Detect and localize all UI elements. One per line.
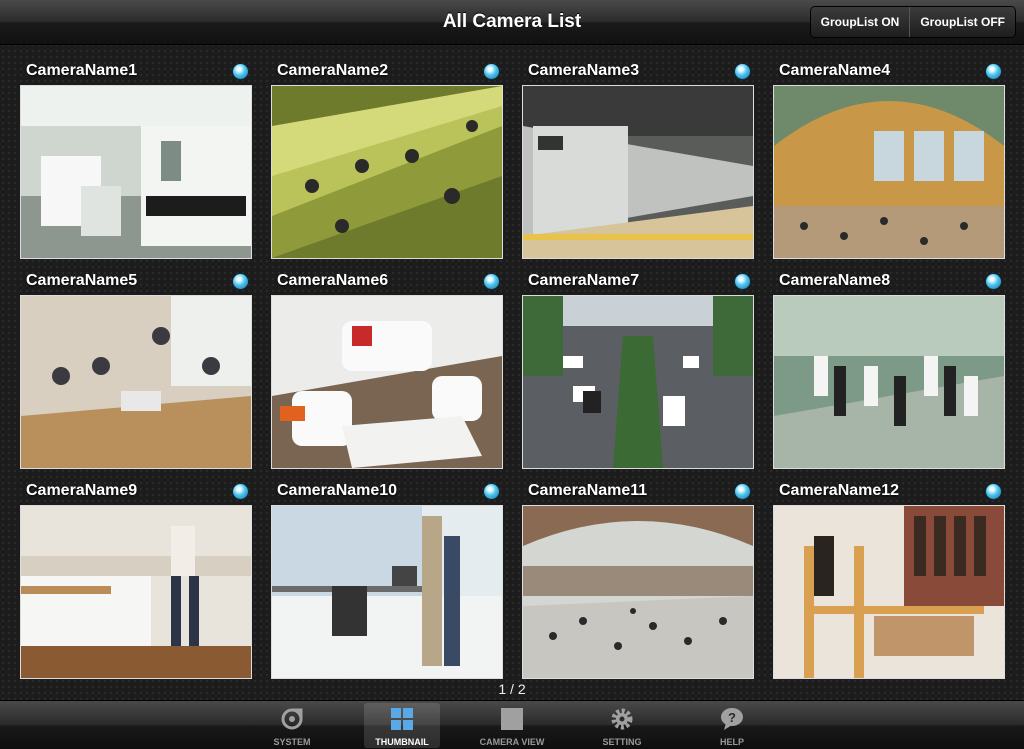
- camera-thumbnail-6[interactable]: [271, 295, 503, 469]
- grid-icon: [391, 708, 413, 730]
- group-list-off-button[interactable]: GroupList OFF: [909, 7, 1015, 37]
- camera-thumbnail-10[interactable]: [271, 505, 503, 679]
- camera-name: CameraName6: [277, 272, 389, 289]
- tab-label: SETTING: [602, 737, 642, 747]
- tab-bar: SYSTEM THUMBNAIL CAMERA VIEW SETTING ? H…: [0, 700, 1024, 749]
- living-room-image: [272, 296, 502, 468]
- camera-tile-12[interactable]: CameraName12: [773, 477, 1005, 679]
- page-indicator: 1 / 2: [498, 681, 526, 697]
- status-indicator-icon: [735, 64, 750, 79]
- camera-name: CameraName8: [779, 272, 891, 289]
- camera-tile-1[interactable]: CameraName1: [20, 57, 252, 259]
- office-image: [272, 506, 502, 678]
- camera-name: CameraName1: [26, 62, 138, 79]
- system-icon: [281, 708, 303, 730]
- city-traffic-image: [523, 296, 753, 468]
- camera-thumbnail-1[interactable]: [20, 85, 252, 259]
- status-indicator-icon: [986, 484, 1001, 499]
- tab-label: SYSTEM: [273, 737, 311, 747]
- tab-camera-view[interactable]: CAMERA VIEW: [474, 703, 550, 748]
- status-indicator-icon: [484, 484, 499, 499]
- camera-tile-8[interactable]: CameraName8: [773, 267, 1005, 469]
- group-list-on-button[interactable]: GroupList ON: [810, 7, 910, 37]
- camera-thumbnail-12[interactable]: [773, 505, 1005, 679]
- camera-name: CameraName7: [528, 272, 640, 289]
- tab-setting[interactable]: SETTING: [584, 703, 660, 748]
- status-indicator-icon: [484, 64, 499, 79]
- camera-thumbnail-8[interactable]: [773, 295, 1005, 469]
- camera-thumbnail-11[interactable]: [522, 505, 754, 679]
- top-bar: All Camera List GroupList ON GroupList O…: [0, 0, 1024, 45]
- tab-thumbnail[interactable]: THUMBNAIL: [364, 703, 440, 748]
- status-indicator-icon: [986, 274, 1001, 289]
- group-list-toggle: GroupList ON GroupList OFF: [809, 6, 1016, 38]
- camera-thumbnail-3[interactable]: [522, 85, 754, 259]
- svg-text:?: ?: [728, 710, 736, 725]
- help-icon: ?: [721, 708, 743, 730]
- camera-tile-2[interactable]: CameraName2: [271, 57, 503, 259]
- camera-thumbnail-7[interactable]: [522, 295, 754, 469]
- status-indicator-icon: [484, 274, 499, 289]
- status-indicator-icon: [233, 274, 248, 289]
- camera-thumbnail-2[interactable]: [271, 85, 503, 259]
- camera-name: CameraName5: [26, 272, 138, 289]
- camera-tile-6[interactable]: CameraName6: [271, 267, 503, 469]
- meeting-room-image: [21, 296, 251, 468]
- status-indicator-icon: [986, 64, 1001, 79]
- camera-thumbnail-5[interactable]: [20, 295, 252, 469]
- kitchen-image: [21, 506, 251, 678]
- clothing-store-image: [774, 506, 1004, 678]
- laboratory-image: [21, 86, 251, 258]
- escalator-crowd-image: [272, 86, 502, 258]
- station-hall-image: [774, 86, 1004, 258]
- subway-train-image: [523, 86, 753, 258]
- camera-thumbnail-4[interactable]: [773, 85, 1005, 259]
- camera-name: CameraName3: [528, 62, 640, 79]
- camera-tile-7[interactable]: CameraName7: [522, 267, 754, 469]
- status-indicator-icon: [233, 64, 248, 79]
- status-indicator-icon: [735, 274, 750, 289]
- tab-label: HELP: [719, 737, 744, 747]
- gear-icon: [611, 708, 633, 730]
- camera-tile-5[interactable]: CameraName5: [20, 267, 252, 469]
- status-indicator-icon: [233, 484, 248, 499]
- tab-system[interactable]: SYSTEM: [254, 703, 330, 748]
- camera-name: CameraName2: [277, 62, 389, 79]
- camera-name: CameraName12: [779, 482, 900, 499]
- camera-tile-9[interactable]: CameraName9: [20, 477, 252, 679]
- camera-name: CameraName9: [26, 482, 138, 499]
- tab-label: THUMBNAIL: [375, 737, 429, 747]
- status-indicator-icon: [735, 484, 750, 499]
- camera-tile-3[interactable]: CameraName3: [522, 57, 754, 259]
- stairs-crowd-image: [774, 296, 1004, 468]
- camera-view-icon: [501, 708, 523, 730]
- tab-help[interactable]: ? HELP: [694, 703, 770, 748]
- camera-tile-4[interactable]: CameraName4: [773, 57, 1005, 259]
- camera-tile-11[interactable]: CameraName11: [522, 477, 754, 679]
- camera-name: CameraName4: [779, 62, 891, 79]
- airport-concourse-image: [523, 506, 753, 678]
- camera-tile-10[interactable]: CameraName10: [271, 477, 503, 679]
- camera-thumbnail-9[interactable]: [20, 505, 252, 679]
- tab-label: CAMERA VIEW: [479, 737, 545, 747]
- camera-name: CameraName10: [277, 482, 398, 499]
- camera-name: CameraName11: [528, 482, 648, 499]
